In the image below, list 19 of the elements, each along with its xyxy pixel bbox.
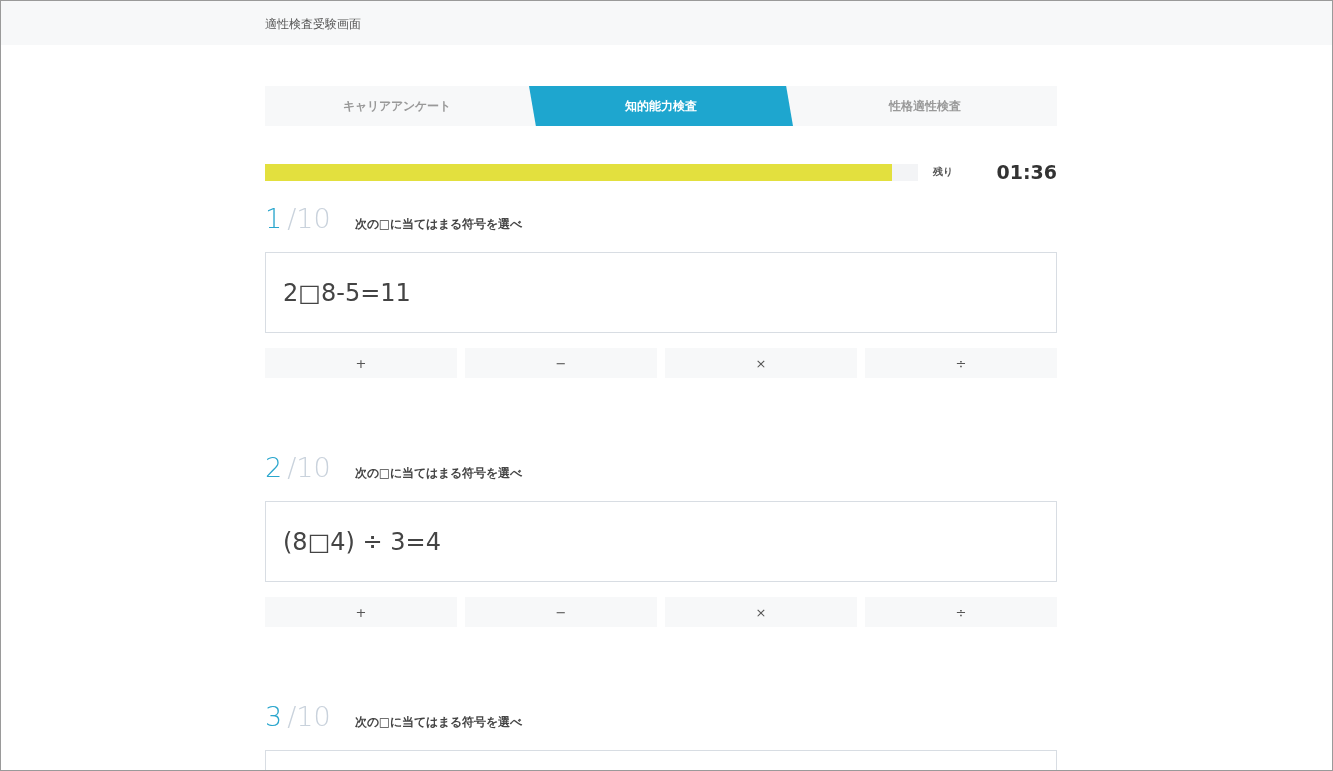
page-title: 適性検査受験画面 — [265, 17, 361, 31]
equation-text: 2□8-5=11 — [283, 278, 411, 307]
question-number: 2 — [265, 452, 283, 483]
question-number: 3 — [265, 701, 283, 732]
answer-option[interactable]: − — [465, 348, 657, 378]
question-number: 1 — [265, 203, 283, 234]
remaining-label: 残り — [933, 165, 953, 179]
answer-option[interactable]: ÷ — [865, 597, 1057, 627]
answer-option[interactable]: + — [265, 597, 457, 627]
timer: 01:36 — [996, 161, 1057, 183]
answer-option[interactable]: × — [665, 597, 857, 627]
answer-option[interactable]: − — [465, 597, 657, 627]
question-instruction: 次の□に当てはまる符号を選べ — [354, 714, 522, 731]
answer-option[interactable]: + — [265, 348, 457, 378]
answer-option[interactable]: × — [665, 348, 857, 378]
answer-option[interactable]: ÷ — [865, 348, 1057, 378]
question-instruction: 次の□に当てはまる符号を選べ — [354, 465, 522, 482]
equation-text: (8□4) ÷ 3=4 — [283, 527, 441, 556]
question-instruction: 次の□に当てはまる符号を選べ — [354, 216, 522, 233]
